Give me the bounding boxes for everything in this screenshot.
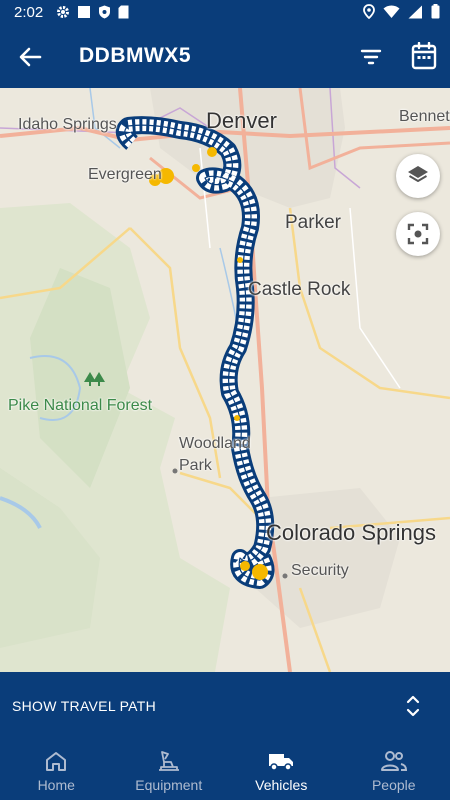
unfold-chevron-icon xyxy=(406,695,420,717)
excavator-icon xyxy=(158,751,179,771)
back-arrow-icon[interactable] xyxy=(16,43,44,71)
map-label-denver: Denver xyxy=(206,108,277,133)
stop-marker xyxy=(240,561,250,571)
stop-marker xyxy=(234,415,240,421)
map-center-button[interactable] xyxy=(396,212,440,256)
settings-icon xyxy=(57,6,69,18)
nav-vehicles-label: Vehicles xyxy=(255,777,308,793)
map-label-castle-rock: Castle Rock xyxy=(248,279,351,300)
sd-card-icon xyxy=(118,5,129,19)
map-label-bennett: Bennett xyxy=(399,108,450,125)
stop-marker xyxy=(237,257,243,263)
map-label-woodland-park: Woodland Park xyxy=(179,435,251,474)
map-layers-button[interactable] xyxy=(396,154,440,198)
stop-marker xyxy=(252,564,268,580)
show-travel-path-toggle[interactable]: SHOW TRAVEL PATH xyxy=(0,672,450,738)
map-label-parker: Parker xyxy=(285,212,341,233)
home-icon xyxy=(46,752,67,771)
signal-icon xyxy=(408,5,422,18)
nav-equipment[interactable]: Equipment xyxy=(113,738,226,800)
nav-equipment-label: Equipment xyxy=(135,777,203,793)
people-icon xyxy=(380,751,407,771)
nav-home[interactable]: Home xyxy=(0,738,113,800)
bottom-navigation: Home Equipment Vehicles People xyxy=(0,738,450,800)
map-label-idaho-springs: Idaho Springs xyxy=(18,116,117,133)
wifi-icon xyxy=(383,5,400,18)
location-icon xyxy=(363,4,375,19)
travel-path-label: SHOW TRAVEL PATH xyxy=(12,698,157,714)
battery-icon xyxy=(431,4,440,19)
focus-center-icon xyxy=(407,223,429,245)
layers-icon xyxy=(408,166,428,182)
nav-home-label: Home xyxy=(37,777,75,793)
status-time: 2:02 xyxy=(14,4,44,21)
map-label-colorado-springs: Colorado Springs xyxy=(266,520,436,545)
truck-icon xyxy=(269,754,294,771)
filter-icon[interactable] xyxy=(359,45,383,69)
map-base xyxy=(0,88,450,672)
map-label-pike-national-forest: Pike National Forest xyxy=(8,397,153,414)
page-title: DDBMWX5 xyxy=(79,44,191,67)
stop-marker xyxy=(207,147,217,157)
calendar-icon[interactable] xyxy=(411,42,437,70)
nav-vehicles[interactable]: Vehicles xyxy=(225,738,338,800)
map-view[interactable]: Denver Idaho Springs Evergreen Bennett P… xyxy=(0,88,450,672)
status-bar: 2:02 xyxy=(0,0,450,26)
map-label-evergreen: Evergreen xyxy=(88,166,162,183)
app-bar: DDBMWX5 xyxy=(0,26,450,88)
shield-icon xyxy=(99,5,110,19)
map-label-security: Security xyxy=(291,562,349,579)
stop-marker xyxy=(192,164,200,172)
nav-people-label: People xyxy=(371,777,416,793)
square-icon xyxy=(78,6,90,18)
nav-people[interactable]: People xyxy=(338,738,450,800)
